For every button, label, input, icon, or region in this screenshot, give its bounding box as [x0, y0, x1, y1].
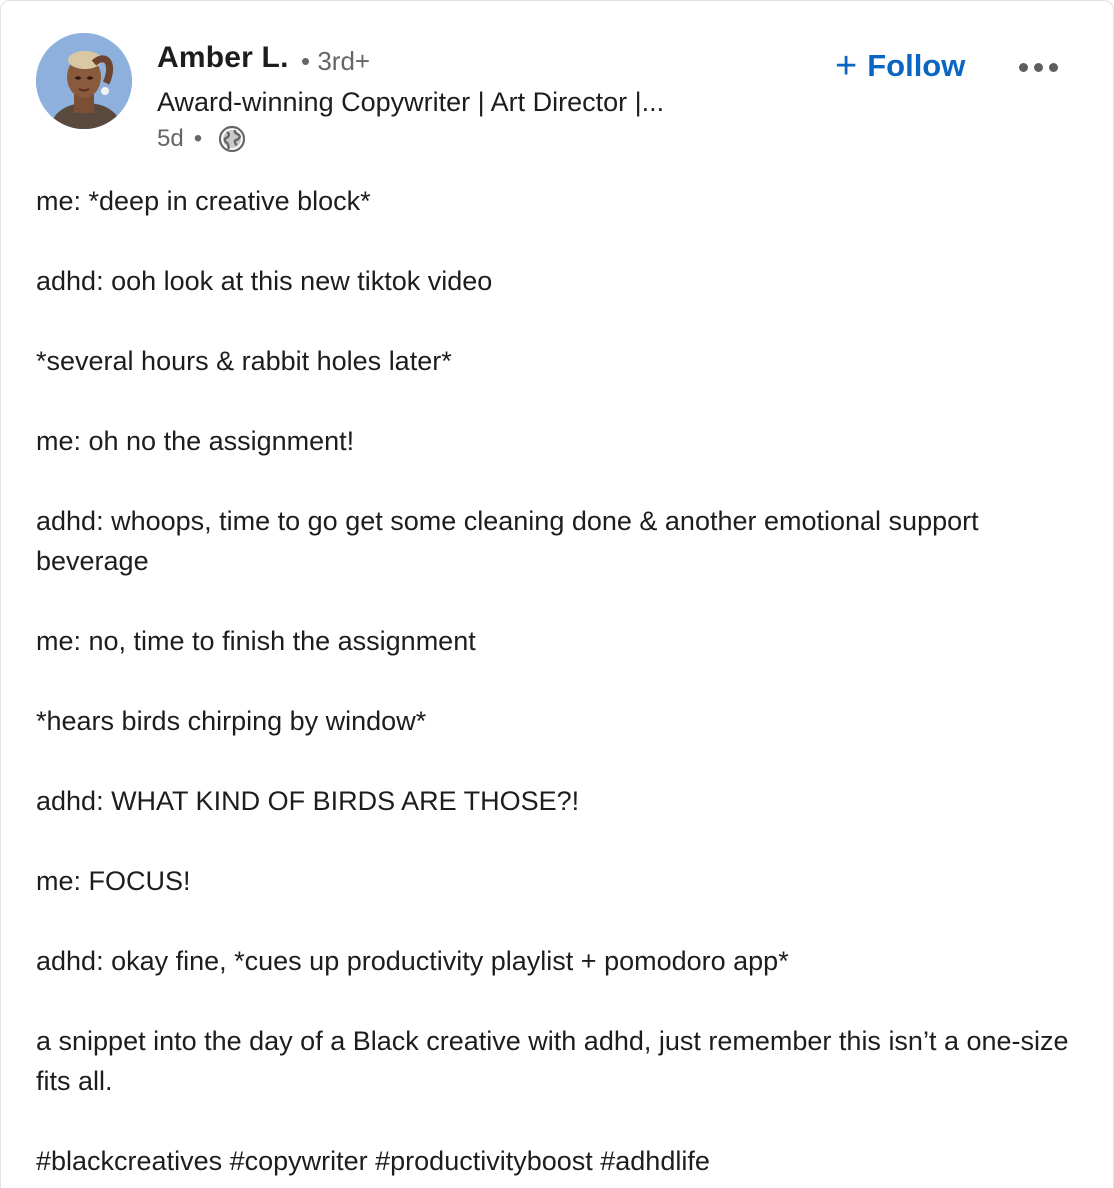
follow-button[interactable]: + Follow	[835, 47, 965, 85]
post-line: *hears birds chirping by window*	[36, 706, 427, 736]
plus-icon: +	[835, 45, 858, 87]
post-line: adhd: WHAT KIND OF BIRDS ARE THOSE?!	[36, 786, 580, 816]
author-name[interactable]: Amber L.	[157, 41, 289, 75]
post-line: me: FOCUS!	[36, 866, 191, 896]
avatar-image	[36, 33, 132, 129]
post-line: adhd: ooh look at this new tiktok video	[36, 266, 493, 296]
post-timestamp: 5d	[157, 125, 184, 152]
more-dot	[1019, 63, 1028, 72]
degree-label: 3rd+	[317, 46, 371, 76]
author-headline[interactable]: Award-winning Copywriter | Art Director …	[157, 87, 664, 118]
more-dot	[1034, 63, 1043, 72]
post-body: me: *deep in creative block* adhd: ooh l…	[36, 181, 1081, 1181]
post-line: me: *deep in creative block*	[36, 186, 371, 216]
post-line: me: oh no the assignment!	[36, 426, 355, 456]
meta-separator: •	[193, 125, 203, 152]
more-options-icon[interactable]	[1019, 63, 1058, 72]
post-line: *several hours & rabbit holes later*	[36, 346, 452, 376]
post-card: Amber L. • 3rd+ Award-winning Copywriter…	[0, 0, 1114, 1188]
post-line: me: no, time to finish the assignment	[36, 626, 476, 656]
post-meta: 5d •	[157, 125, 246, 153]
more-dot	[1049, 63, 1058, 72]
post-line: adhd: whoops, time to go get some cleani…	[36, 506, 979, 576]
post-line: a snippet into the day of a Black creati…	[36, 1026, 1069, 1096]
author-avatar[interactable]	[36, 33, 132, 129]
globe-icon	[219, 125, 246, 153]
post-hashtags[interactable]: #blackcreatives #copywriter #productivit…	[36, 1141, 1081, 1181]
post-line: adhd: okay fine, *cues up productivity p…	[36, 946, 789, 976]
connection-degree: • 3rd+	[301, 46, 370, 77]
follow-label: Follow	[867, 48, 966, 83]
degree-separator: •	[301, 46, 318, 76]
